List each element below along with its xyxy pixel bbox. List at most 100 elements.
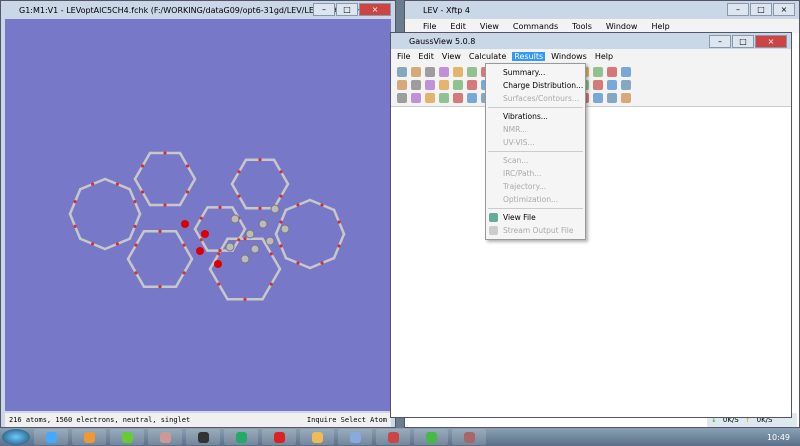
toolbar-button-icon[interactable] [467,80,477,90]
toolbar-button-icon[interactable] [467,67,477,77]
xftp-titlebar[interactable]: LEV - Xftp 4 – □ × [405,1,799,19]
toolbar-button-icon[interactable] [621,80,631,90]
status-molecule-info: 216 atoms, 1560 electrons, neutral, sing… [9,416,191,424]
molecule-window-titlebar[interactable]: G1:M1:V1 - LEVoptAlC5CH4.fchk (F:/WORKIN… [1,1,395,19]
toolbar-button-icon[interactable] [439,80,449,90]
toolbar-button-icon[interactable] [439,67,449,77]
menu-calculate[interactable]: Calculate [467,52,508,61]
toolbar-button-icon[interactable] [453,80,463,90]
xftp-menu-view[interactable]: View [478,22,501,31]
bond [73,225,82,240]
molecule-viewport[interactable] [5,19,391,411]
bond [91,177,107,186]
toolbar-button-icon[interactable] [425,93,435,103]
bond [141,151,152,168]
toolbar-button-icon[interactable] [467,93,477,103]
xftp-menu-edit[interactable]: Edit [448,22,468,31]
taskbar-gaussview-icon[interactable] [452,429,486,445]
maximize-button[interactable]: □ [750,3,772,16]
taskbar-app-icon[interactable] [186,429,220,445]
taskbar-app-icon[interactable] [148,429,182,445]
menu-item-label: Trajectory... [503,182,547,191]
menu-item-optimization[interactable]: Optimization... [486,193,585,206]
menu-item-charge-distribution[interactable]: Charge Distribution... [486,79,585,92]
taskbar-pdf-icon[interactable] [262,429,296,445]
molecule-structure [68,151,346,301]
minimize-button[interactable]: – [709,35,731,48]
toolbar-button-icon[interactable] [397,80,407,90]
toolbar-button-icon[interactable] [411,67,421,77]
close-button[interactable]: × [359,3,391,16]
menu-item-label: Surfaces/Contours... [503,94,580,103]
toolbar-button-icon[interactable] [621,93,631,103]
taskbar-excel-icon[interactable] [224,429,258,445]
bond [182,257,194,275]
toolbar-button-icon[interactable] [593,80,603,90]
toolbar-button-icon[interactable] [453,67,463,77]
menu-edit[interactable]: Edit [416,52,436,61]
toolbar-button-icon[interactable] [397,93,407,103]
toolbar-button-icon[interactable] [397,67,407,77]
maximize-button[interactable]: □ [732,35,754,48]
toolbar-button-icon[interactable] [411,93,421,103]
menu-item-irc-path[interactable]: IRC/Path... [486,167,585,180]
toolbar-button-icon[interactable] [411,80,421,90]
menu-separator [488,208,583,209]
close-button[interactable]: × [755,35,787,48]
atom [225,242,235,252]
toolbar-button-icon[interactable] [425,80,435,90]
xftp-menu-file[interactable]: File [421,22,438,31]
taskbar-ie-icon[interactable] [34,429,68,445]
menu-item-view-file[interactable]: View File [486,211,585,224]
bond [337,220,346,236]
taskbar-parrot-icon[interactable] [110,429,144,445]
minimize-button[interactable]: – [313,3,335,16]
bond [270,252,282,271]
maximize-button[interactable]: □ [336,3,358,16]
menu-view[interactable]: View [440,52,463,61]
menu-item-summary[interactable]: Summary... [486,66,585,79]
menu-help[interactable]: Help [593,52,615,61]
bond [308,198,324,207]
gaussview-titlebar[interactable]: GaussView 5.0.8 – □ × [391,33,791,49]
taskbar-app-icon[interactable] [72,429,106,445]
menu-windows[interactable]: Windows [549,52,589,61]
bond [128,225,137,240]
toolbar-button-icon[interactable] [425,67,435,77]
taskbar-app-icon[interactable] [338,429,372,445]
taskbar-xftp-icon[interactable] [414,429,448,445]
start-button[interactable] [2,429,30,445]
menu-item-label: UV-VIS... [503,138,535,147]
toolbar-button-icon[interactable] [621,67,631,77]
toolbar-button-icon[interactable] [607,93,617,103]
minimize-button[interactable]: – [727,3,749,16]
menu-item-uv-vis[interactable]: UV-VIS... [486,136,585,149]
clock[interactable]: 10:49 [767,433,790,442]
bond [134,271,146,288]
menu-item-vibrations[interactable]: Vibrations... [486,110,585,123]
xftp-menu-tools[interactable]: Tools [570,22,594,31]
close-button[interactable]: × [773,3,795,16]
toolbar-button-icon[interactable] [607,67,617,77]
xftp-menu-commands[interactable]: Commands [511,22,560,31]
menu-item-surfaces-contours[interactable]: Surfaces/Contours... [486,92,585,105]
toolbar-button-icon[interactable] [607,80,617,90]
bond [193,216,203,231]
menu-results[interactable]: Results [512,51,546,61]
toolbar-button-icon[interactable] [453,93,463,103]
menu-item-stream-output-file[interactable]: Stream Output File [486,224,585,237]
menu-item-nmr[interactable]: NMR... [486,123,585,136]
menu-file[interactable]: File [395,52,412,61]
menu-item-scan[interactable]: Scan... [486,154,585,167]
menu-item-trajectory[interactable]: Trajectory... [486,180,585,193]
toolbar-button-icon[interactable] [593,67,603,77]
taskbar-folder-icon[interactable] [300,429,334,445]
bond [208,267,220,286]
toolbar-button-icon[interactable] [439,93,449,103]
toolbar-button-icon[interactable] [593,93,603,103]
oxygen-atom [140,190,145,194]
xftp-menu-help[interactable]: Help [649,22,671,31]
status-mode: Inquire Select Atom [306,416,387,424]
taskbar-app-icon[interactable] [376,429,410,445]
xftp-menu-window[interactable]: Window [604,22,640,31]
